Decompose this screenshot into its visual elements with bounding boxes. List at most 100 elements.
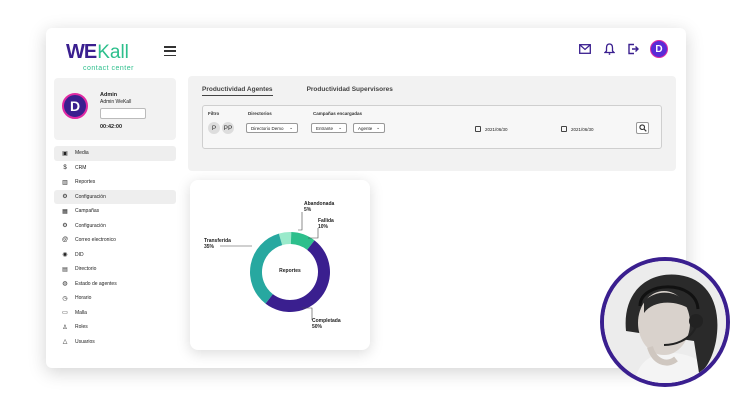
sidebar-item-label: Malla bbox=[75, 309, 87, 316]
media-icon: ▣ bbox=[62, 150, 68, 157]
reports-chart-card: Abandonada 5% Fallida 10% Transferida 35% C… bbox=[190, 180, 370, 350]
chart-icon: ▥ bbox=[62, 179, 68, 186]
chevron-down-icon: ⌄ bbox=[289, 125, 293, 130]
calendar-icon: ▭ bbox=[62, 310, 68, 317]
donut-slice-completada[interactable] bbox=[265, 240, 330, 312]
sidebar-item-configuraci-n[interactable]: ⚙ Configuración bbox=[54, 189, 176, 204]
profile-role: Admin WeKall bbox=[100, 99, 132, 105]
grid-icon: ▦ bbox=[62, 208, 68, 215]
session-timer: 00:42:00 bbox=[100, 124, 123, 130]
sidebar-item-directorio[interactable]: ▤ Directorio bbox=[54, 262, 176, 277]
users-icon: △ bbox=[62, 339, 68, 346]
sidebar-item-label: Media bbox=[75, 150, 89, 157]
sidebar-item-label: Correo electronico bbox=[75, 237, 116, 244]
filter-chip-pp[interactable]: PP bbox=[222, 122, 234, 134]
stage: WE Kall contact center D D Admin Admin W… bbox=[0, 0, 750, 405]
sidebar-item-did[interactable]: ◉ DID bbox=[54, 248, 176, 263]
sidebar-item-correo-electronico[interactable]: @ Correo electronico bbox=[54, 233, 176, 248]
clock-icon: ◷ bbox=[62, 295, 68, 302]
sidebar-item-usuarios[interactable]: △ Usuarios bbox=[54, 335, 176, 350]
campanas-select[interactable]: Entrante ⌄ bbox=[311, 123, 347, 133]
filter-chips: P PP bbox=[208, 122, 234, 134]
status-icon: ◍ bbox=[62, 281, 68, 288]
chevron-down-icon: ⌄ bbox=[376, 125, 380, 130]
label-completada: Completada 50% bbox=[312, 318, 341, 330]
label-transferida-pct: 35% bbox=[204, 244, 215, 250]
date-to-value: 2021/06/30 bbox=[571, 126, 594, 132]
leader-line bbox=[302, 307, 313, 320]
sidebar-item-reportes[interactable]: ▥ Reportes bbox=[54, 175, 176, 190]
sidebar-item-crm[interactable]: $ CRM bbox=[54, 161, 176, 176]
sidebar-item-configuraci-n[interactable]: ⚙ Configuración bbox=[54, 219, 176, 234]
campanas-value: Entrante bbox=[316, 125, 334, 131]
sidebar-item-estado-de-agentes[interactable]: ◍ Estado de agentes bbox=[54, 277, 176, 292]
label-transferida: Transferida 35% bbox=[204, 238, 231, 250]
bell-icon[interactable] bbox=[602, 42, 616, 56]
gear-icon: ⚙ bbox=[62, 223, 68, 230]
report-tabs: Productividad Agentes Productividad Supe… bbox=[202, 86, 393, 96]
book-icon: ▤ bbox=[62, 266, 68, 273]
sidebar-item-roles[interactable]: ♙ Roles bbox=[54, 320, 176, 335]
sidebar-item-label: Roles bbox=[75, 324, 88, 331]
agent-portrait-image bbox=[604, 261, 726, 383]
label-abandonada: Abandonada 5% bbox=[304, 201, 334, 213]
user-avatar[interactable]: D bbox=[650, 40, 668, 58]
agente-select[interactable]: Agente ⌄ bbox=[353, 123, 385, 133]
profile-avatar: D bbox=[62, 93, 88, 119]
directorios-select[interactable]: Directorio Demo ⌄ bbox=[246, 123, 298, 133]
reports-panel: Productividad Agentes Productividad Supe… bbox=[188, 76, 676, 171]
sidebar-item-label: DID bbox=[75, 251, 84, 258]
tab-productividad-agentes[interactable]: Productividad Agentes bbox=[202, 86, 273, 96]
logout-icon[interactable] bbox=[626, 42, 640, 56]
profile-name: Admin bbox=[100, 92, 118, 98]
label-abandonada-pct: 5% bbox=[304, 207, 312, 213]
tab-productividad-supervisores[interactable]: Productividad Supervisores bbox=[307, 86, 393, 96]
brand-kall: Kall bbox=[97, 41, 129, 63]
agente-value: Agente bbox=[358, 125, 373, 131]
filter-chip-p[interactable]: P bbox=[208, 122, 220, 134]
directorios-value: Directorio Demo bbox=[251, 125, 284, 131]
calendar-icon bbox=[561, 126, 567, 132]
roles-icon: ♙ bbox=[62, 324, 68, 331]
brand-logo: WE Kall contact center bbox=[66, 41, 133, 72]
donut-center-label: Reportes bbox=[279, 268, 301, 274]
mail-icon[interactable] bbox=[578, 42, 592, 56]
dollar-icon: $ bbox=[63, 164, 67, 171]
sidebar-item-label: Usuarios bbox=[75, 338, 95, 345]
label-fallida-pct: 10% bbox=[318, 224, 329, 230]
sidebar-nav: ▣ Media $ CRM ▥ Reportes ⚙ Configuración ▦ Campañ… bbox=[54, 146, 176, 349]
date-from-value: 2021/06/30 bbox=[485, 126, 508, 132]
sidebar-item-label: Directorio bbox=[75, 266, 97, 273]
date-to[interactable]: 2021/06/30 bbox=[561, 126, 594, 132]
sidebar-item-media[interactable]: ▣ Media bbox=[54, 146, 176, 161]
gear-icon: ⚙ bbox=[62, 194, 68, 201]
sidebar-item-campa-as[interactable]: ▦ Campañas bbox=[54, 204, 176, 219]
sidebar-item-malla[interactable]: ▭ Malla bbox=[54, 306, 176, 321]
sidebar-item-label: Configuración bbox=[75, 222, 106, 229]
sidebar-item-label: Configuración bbox=[75, 193, 106, 200]
sidebar-item-horario[interactable]: ◷ Horario bbox=[54, 291, 176, 306]
directorios-label: Directorios bbox=[248, 111, 272, 116]
reports-donut-chart bbox=[220, 212, 330, 320]
at-icon: @ bbox=[61, 237, 69, 244]
circle-icon: ◉ bbox=[62, 252, 68, 259]
campanas-label: Campañas encargadas bbox=[313, 111, 363, 116]
sidebar-item-label: Reportes bbox=[75, 179, 96, 186]
brand-we: WE bbox=[66, 41, 97, 63]
status-select[interactable] bbox=[100, 108, 146, 119]
date-from[interactable]: 2021/06/30 bbox=[475, 126, 508, 132]
leader-line bbox=[308, 228, 319, 239]
calendar-icon bbox=[475, 126, 481, 132]
header-actions: D bbox=[578, 40, 668, 58]
brand-subtitle: contact center bbox=[83, 65, 134, 72]
filter-bar: Filtro P PP Directorios Directorio Demo … bbox=[202, 105, 662, 149]
sidebar-item-label: CRM bbox=[75, 164, 87, 171]
search-icon bbox=[638, 124, 647, 132]
search-button[interactable] bbox=[636, 122, 649, 134]
sidebar-item-label: Campañas bbox=[75, 208, 100, 215]
menu-icon[interactable] bbox=[164, 46, 176, 56]
sidebar-item-label: Horario bbox=[75, 295, 92, 302]
agent-photo bbox=[600, 257, 730, 387]
profile-card: D Admin Admin WeKall 00:42:00 bbox=[54, 78, 176, 140]
label-fallida: Fallida 10% bbox=[318, 218, 334, 230]
